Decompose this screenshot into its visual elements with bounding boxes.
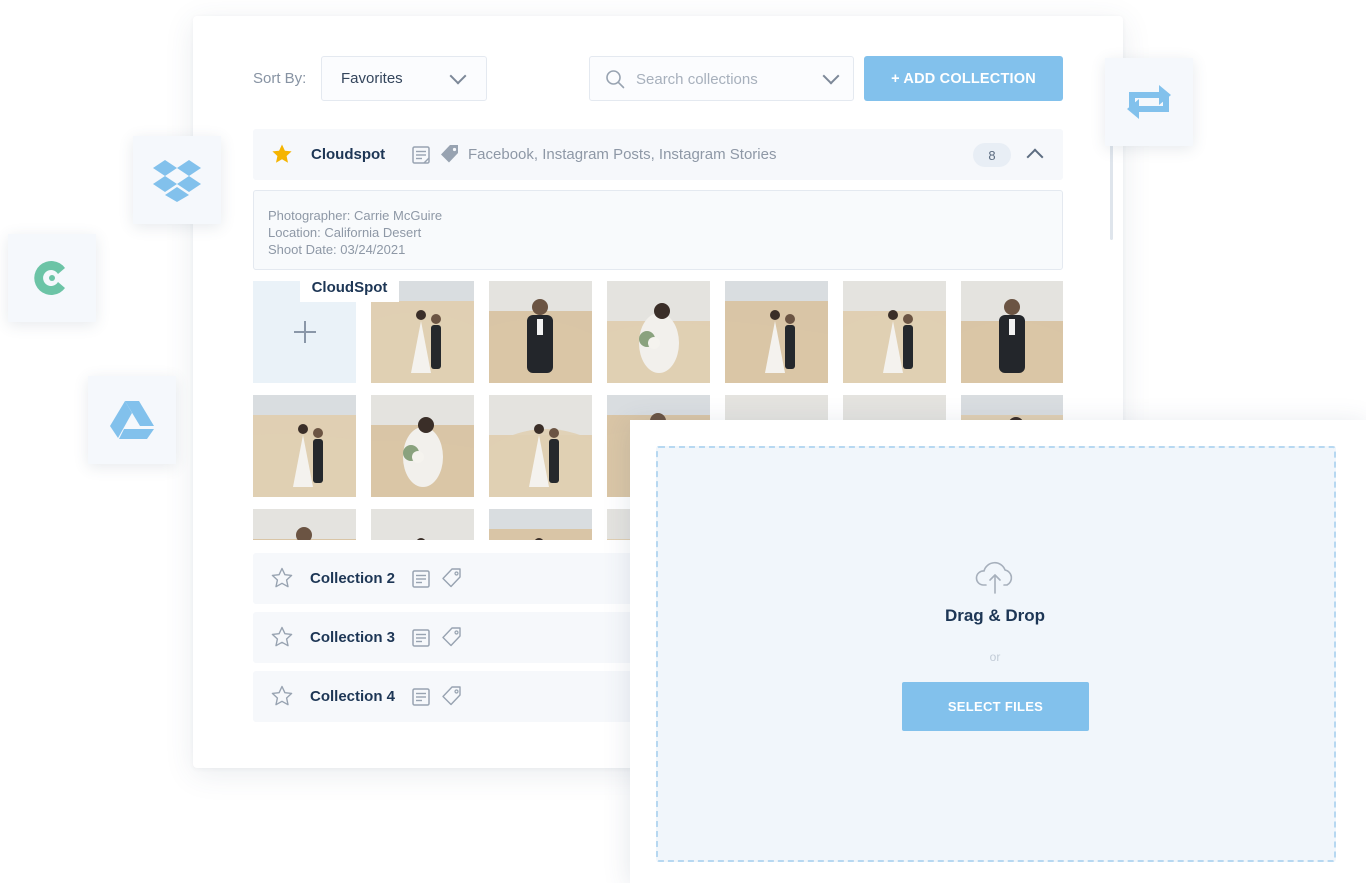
notes-icon[interactable] [411, 145, 431, 165]
chevron-down-icon[interactable] [822, 67, 840, 85]
collection-details: Photographer: Carrie McGuire Location: C… [253, 190, 1063, 270]
star-filled-icon[interactable] [270, 142, 294, 166]
notes-icon[interactable] [411, 569, 431, 589]
star-outline-icon[interactable] [270, 625, 294, 649]
tag-filled-icon[interactable] [439, 143, 461, 165]
photo-thumbnail[interactable] [725, 281, 828, 383]
star-outline-icon[interactable] [270, 566, 294, 590]
notes-icon[interactable] [411, 628, 431, 648]
google-drive-icon [110, 401, 154, 439]
source-tooltip: CloudSpot [300, 272, 399, 302]
tag-icon[interactable] [441, 626, 463, 648]
plus-icon [294, 321, 316, 343]
photo-thumbnail[interactable] [607, 281, 710, 383]
or-text: or [989, 650, 1001, 664]
google-drive-integration[interactable] [88, 376, 176, 464]
photo-thumbnail[interactable] [253, 395, 356, 497]
collection-title: Cloudspot [311, 146, 386, 163]
search-input[interactable] [636, 67, 816, 91]
collection-title: Collection 2 [310, 570, 396, 587]
chevron-up-icon[interactable] [1026, 148, 1044, 166]
tag-icon[interactable] [441, 685, 463, 707]
photo-thumbnail[interactable] [843, 281, 946, 383]
collection-tags: Facebook, Instagram Posts, Instagram Sto… [468, 146, 777, 163]
sync-integration[interactable] [1105, 58, 1193, 146]
photo-thumbnail[interactable] [371, 509, 474, 540]
cloudspot-integration[interactable] [8, 234, 96, 322]
sort-dropdown[interactable]: Favorites [321, 56, 487, 101]
collection-row-cloudspot[interactable]: Cloudspot Facebook, Instagram Posts, Ins… [253, 129, 1063, 180]
shoot-date-text: Shoot Date: 03/24/2021 [268, 242, 406, 257]
search-collections[interactable] [589, 56, 854, 101]
photographer-text: Photographer: Carrie McGuire [268, 208, 443, 223]
photo-thumbnail[interactable] [489, 395, 592, 497]
collection-title: Collection 3 [310, 629, 396, 646]
collection-title: Collection 4 [310, 688, 396, 705]
drag-drop-title: Drag & Drop [944, 606, 1046, 625]
select-files-button[interactable]: SELECT FILES [902, 682, 1089, 731]
sort-value: Favorites [341, 70, 403, 87]
dropbox-integration[interactable] [133, 136, 221, 224]
photo-thumbnail[interactable] [253, 509, 356, 540]
dropbox-icon [153, 160, 201, 202]
photo-count-badge: 8 [973, 143, 1011, 167]
star-outline-icon[interactable] [270, 684, 294, 708]
location-text: Location: California Desert [268, 225, 422, 240]
sort-label: Sort By: [253, 70, 307, 87]
notes-icon[interactable] [411, 687, 431, 707]
photo-thumbnail[interactable] [371, 395, 474, 497]
photo-thumbnail[interactable] [489, 281, 592, 383]
photo-thumbnail[interactable] [961, 281, 1063, 383]
search-icon [606, 70, 625, 89]
tag-icon[interactable] [441, 567, 463, 589]
cloud-upload-icon [975, 561, 1013, 594]
cloudspot-icon [34, 261, 65, 295]
photo-thumbnail[interactable] [489, 509, 592, 540]
chevron-down-icon [449, 67, 467, 85]
scrollbar[interactable] [1110, 145, 1113, 240]
add-collection-button[interactable]: + ADD COLLECTION [864, 56, 1063, 101]
sync-icon [1127, 85, 1171, 119]
